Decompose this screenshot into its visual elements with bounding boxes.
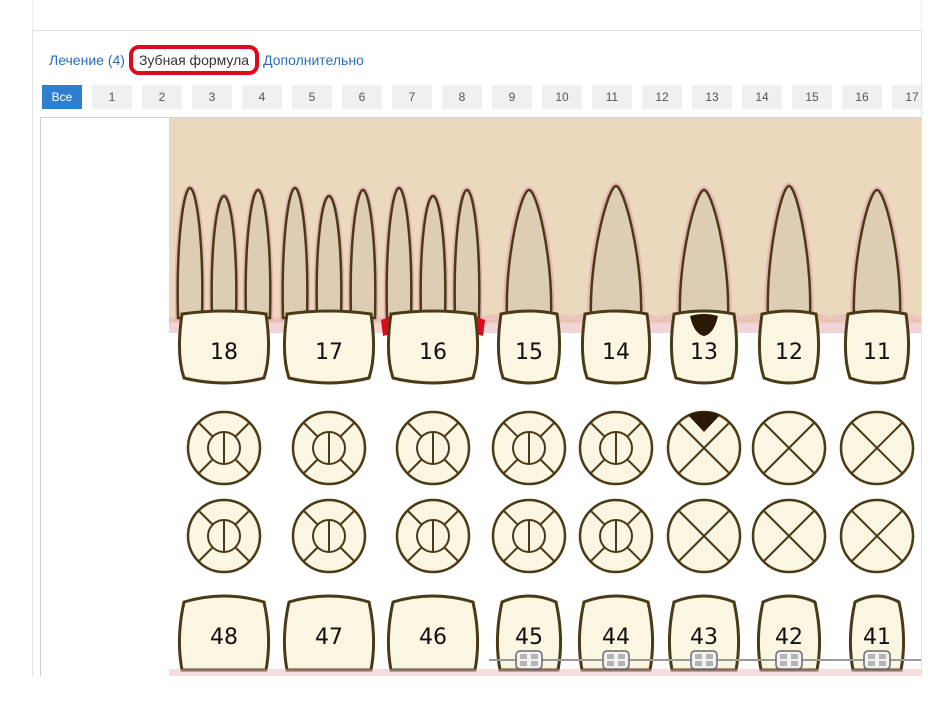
filter-button-4[interactable]: 4 (242, 85, 282, 109)
tab-bar: Лечение (4) Зубная формула Дополнительно (49, 45, 364, 75)
bracket-slot (791, 654, 798, 659)
bracket-body (863, 650, 891, 670)
bracket-body (775, 650, 803, 670)
occlusal-upper-12[interactable] (751, 410, 827, 486)
filter-all-button[interactable]: Все (42, 85, 82, 109)
bracket-slot (706, 661, 713, 666)
bracket-45 (515, 650, 543, 670)
occlusal-lower-43[interactable] (666, 498, 742, 574)
tooth-number-label: 11 (863, 340, 891, 365)
filter-button-1[interactable]: 1 (92, 85, 132, 109)
filter-button-16[interactable]: 16 (842, 85, 882, 109)
tooth-16[interactable]: 16 (381, 184, 485, 385)
filter-button-11[interactable]: 11 (592, 85, 632, 109)
bracket-44 (602, 650, 630, 670)
tooth-47[interactable]: 47 (282, 594, 376, 672)
tooth-number-label: 13 (690, 340, 718, 365)
tab-treatment[interactable]: Лечение (4) (49, 52, 125, 68)
bracket-slot (780, 654, 787, 659)
tooth-number-label: 43 (690, 625, 718, 650)
tab-additional[interactable]: Дополнительно (263, 52, 364, 68)
occlusal-upper-18[interactable] (186, 410, 262, 486)
tooth-18[interactable]: 18 (174, 184, 274, 385)
filter-button-10[interactable]: 10 (542, 85, 582, 109)
tooth-number-label: 41 (863, 625, 891, 650)
filter-button-8[interactable]: 8 (442, 85, 482, 109)
occlusal-upper-15[interactable] (491, 410, 567, 486)
occlusal-lower-44[interactable] (578, 498, 654, 574)
tooth-48[interactable]: 48 (177, 594, 271, 672)
bracket-slot (695, 661, 702, 666)
bracket-slot (780, 661, 787, 666)
tooth-46[interactable]: 46 (386, 594, 480, 672)
bracket-slot (520, 661, 527, 666)
bracket-body (515, 650, 543, 670)
tooth-number-label: 14 (602, 340, 630, 365)
bracket-41 (863, 650, 891, 670)
filter-button-5[interactable]: 5 (292, 85, 332, 109)
tooth-number-label: 46 (419, 625, 447, 650)
tooth-number-label: 42 (775, 625, 803, 650)
bracket-slot (868, 654, 875, 659)
bracket-slot (531, 654, 538, 659)
bracket-slot (695, 654, 702, 659)
occlusal-upper-16[interactable] (395, 410, 471, 486)
bracket-42 (775, 650, 803, 670)
filter-button-9[interactable]: 9 (492, 85, 532, 109)
tooth-number-label: 12 (775, 340, 803, 365)
bracket-slot (791, 661, 798, 666)
filter-button-13[interactable]: 13 (692, 85, 732, 109)
bracket-body (602, 650, 630, 670)
page-top-edge (32, 0, 922, 30)
tooth-number-label: 44 (602, 625, 630, 650)
bracket-slot (879, 661, 886, 666)
occlusal-lower-42[interactable] (751, 498, 827, 574)
dental-chart-svg: 18 17 16 15 14 13 12 11 48 47 46 45 44 43 42 41 (166, 118, 921, 676)
bracket-slot (868, 661, 875, 666)
tooth-number-label: 16 (419, 340, 447, 365)
occlusal-lower-46[interactable] (395, 498, 471, 574)
filter-button-3[interactable]: 3 (192, 85, 232, 109)
filter-button-6[interactable]: 6 (342, 85, 382, 109)
occlusal-upper-13[interactable] (666, 410, 742, 486)
tooth-number-label: 47 (315, 625, 343, 650)
bracket-slot (706, 654, 713, 659)
tooth-number-label: 18 (210, 340, 238, 365)
bracket-slot (879, 654, 886, 659)
tooth-number-filter-bar: Все 1 2 3 4 5 6 7 8 9 10 11 12 13 14 15 … (42, 85, 921, 109)
occlusal-lower-45[interactable] (491, 498, 567, 574)
filter-button-7[interactable]: 7 (392, 85, 432, 109)
bracket-slot (618, 661, 625, 666)
tab-dental-formula[interactable]: Зубная формула (128, 45, 260, 75)
bracket-slot (607, 654, 614, 659)
bracket-body (690, 650, 718, 670)
tooth-number-label: 48 (210, 625, 238, 650)
bracket-slot (531, 661, 538, 666)
filter-button-14[interactable]: 14 (742, 85, 782, 109)
dental-panel: Лечение (4) Зубная формула Дополнительно… (32, 30, 922, 676)
filter-button-15[interactable]: 15 (792, 85, 832, 109)
tooth-number-label: 45 (515, 625, 543, 650)
occlusal-lower-48[interactable] (186, 498, 262, 574)
tooth-number-label: 17 (315, 340, 343, 365)
dental-chart: 18 17 16 15 14 13 12 11 48 47 46 45 44 43 42 41 (40, 117, 921, 676)
bracket-slot (607, 661, 614, 666)
lower-gum (169, 669, 921, 676)
bracket-slot (520, 654, 527, 659)
filter-button-12[interactable]: 12 (642, 85, 682, 109)
tooth-number-label: 15 (515, 340, 543, 365)
tooth-17[interactable]: 17 (279, 184, 379, 385)
filter-button-17[interactable]: 17 (892, 85, 921, 109)
filter-button-2[interactable]: 2 (142, 85, 182, 109)
occlusal-lower-47[interactable] (291, 498, 367, 574)
bracket-43 (690, 650, 718, 670)
occlusal-upper-17[interactable] (291, 410, 367, 486)
occlusal-lower-41[interactable] (839, 498, 915, 574)
bracket-slot (618, 654, 625, 659)
occlusal-upper-14[interactable] (578, 410, 654, 486)
occlusal-upper-11[interactable] (839, 410, 915, 486)
